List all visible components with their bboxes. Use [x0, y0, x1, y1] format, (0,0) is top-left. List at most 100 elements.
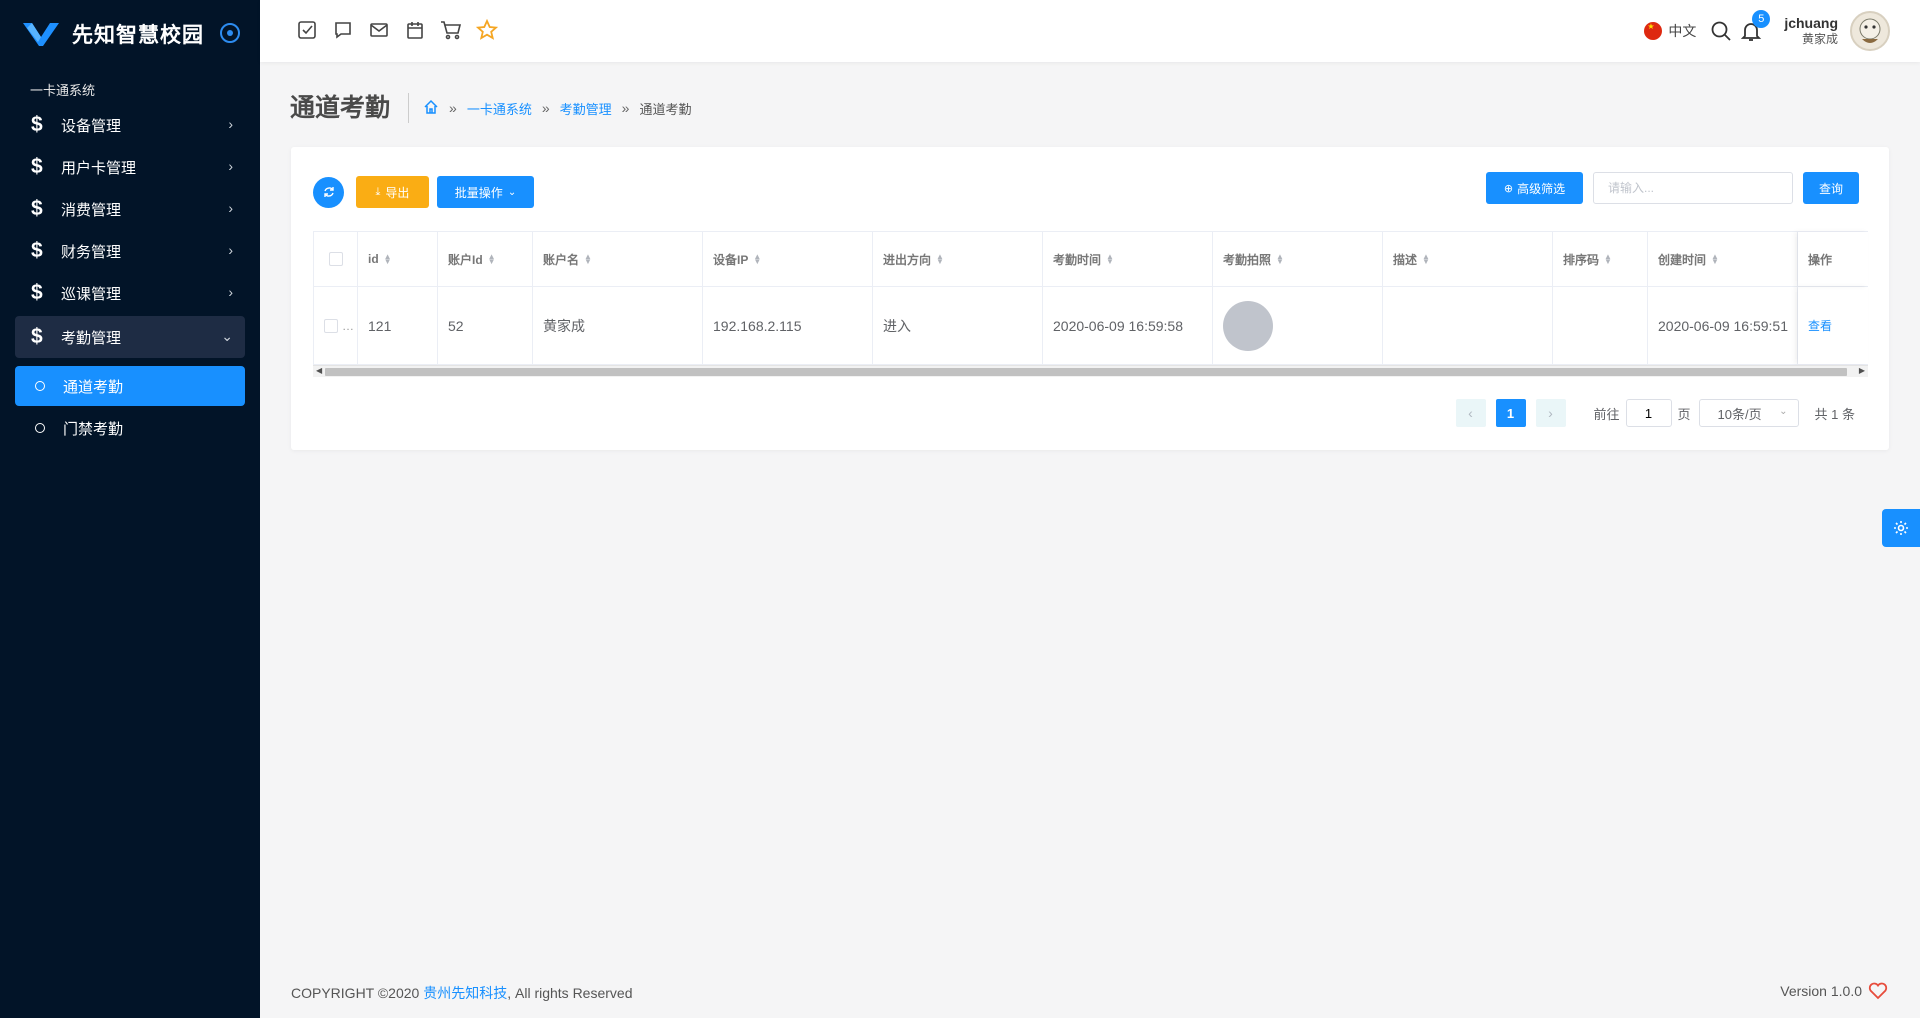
sort-icon[interactable]: ▲ ▼ — [1711, 253, 1719, 266]
row-checkbox[interactable] — [324, 318, 338, 333]
sidebar-section-label: 一卡通系统 — [30, 83, 96, 98]
language-switch[interactable]: 中文 — [1668, 21, 1696, 41]
query-button[interactable]: 查询 — [1803, 172, 1859, 204]
column-header[interactable]: 考勤时间 ▲ ▼ — [1043, 232, 1213, 286]
breadcrumb-item[interactable]: 一卡通系统 — [467, 99, 532, 118]
sort-icon[interactable]: ▲ ▼ — [488, 253, 496, 266]
refresh-button[interactable] — [313, 176, 344, 208]
cell-created: 2020-06-09 16:59:51 — [1648, 287, 1798, 364]
scroll-left-icon[interactable]: ◀ — [316, 366, 322, 375]
search-input[interactable] — [1593, 172, 1793, 204]
china-flag-icon[interactable] — [1644, 22, 1663, 40]
sort-icon[interactable]: ▲ ▼ — [936, 253, 944, 266]
sort-icon[interactable]: ▲ ▼ — [384, 253, 392, 266]
page-size-value: 10条/页 — [1717, 406, 1762, 422]
page-number[interactable]: 1 — [1495, 399, 1526, 427]
notifications[interactable]: 5 — [1740, 10, 1771, 42]
dollar-icon: $ — [31, 325, 43, 348]
settings-button[interactable] — [1882, 509, 1920, 547]
column-label: 操作 — [1808, 252, 1833, 267]
search-icon[interactable] — [1710, 20, 1732, 42]
sidebar-subitem-door-attendance[interactable]: 门禁考勤 — [15, 408, 245, 448]
cart-icon[interactable] — [440, 19, 462, 41]
chevron-down-icon: ⌄ — [221, 328, 233, 344]
cell-action: 查看 — [1798, 287, 1868, 364]
user-name: jchuang — [1784, 15, 1838, 31]
column-header[interactable]: 账户名 ▲ ▼ — [533, 232, 703, 286]
column-header[interactable]: id ▲ ▼ — [358, 232, 438, 286]
chevron-right-icon: › — [228, 242, 233, 258]
sort-icon[interactable]: ▲ ▼ — [584, 253, 592, 266]
circle-icon — [35, 423, 45, 433]
sidebar-item-patrol[interactable]: $ 巡课管理 › — [15, 272, 245, 314]
sort-icon[interactable]: ▲ ▼ — [1604, 253, 1612, 266]
column-header[interactable]: 创建时间 ▲ ▼ — [1648, 232, 1798, 286]
chat-icon[interactable] — [332, 19, 354, 41]
company-link[interactable]: 贵州先知科技 — [423, 985, 507, 1001]
table-row[interactable]: … 121 52 黄家成 192.168.2.115 进入 2020-06-09… — [313, 287, 1868, 365]
sidebar-subitem-label: 通道考勤 — [63, 378, 124, 396]
cell-device-ip: 192.168.2.115 — [703, 287, 873, 364]
toolbar-right: ⊕高级筛选 查询 — [1474, 172, 1859, 204]
cell-account-id: 52 — [438, 287, 533, 364]
sidebar-subitem-channel-attendance[interactable]: 通道考勤 — [15, 366, 245, 406]
scrollbar-thumb[interactable] — [325, 368, 1847, 376]
prev-page-button[interactable]: ‹ — [1455, 399, 1486, 427]
goto-label: 前往 — [1593, 406, 1620, 422]
breadcrumb: » 一卡通系统 » 考勤管理 » 通道考勤 — [423, 99, 691, 118]
view-link[interactable]: 查看 — [1808, 317, 1832, 334]
collapse-toggle-icon[interactable] — [220, 23, 240, 43]
column-header: 操作 — [1798, 232, 1868, 286]
sidebar: 先知智慧校园 一卡通系统 $ 设备管理 › $ 用户卡管理 › $ 消费管理 › $ 财务管理… — [0, 0, 260, 1018]
breadcrumb-separator: » — [541, 100, 550, 116]
horizontal-scrollbar[interactable]: ◀ ▶ — [313, 365, 1868, 377]
batch-operation-dropdown[interactable]: 批量操作 ⌄ — [437, 176, 534, 208]
column-label: id — [368, 252, 379, 266]
zoom-in-icon: ⊕ — [1503, 182, 1514, 195]
page-suffix: 页 — [1677, 406, 1691, 422]
user-info[interactable]: jchuang 黄家成 — [1784, 15, 1838, 47]
sidebar-item-consume[interactable]: $ 消费管理 › — [15, 188, 245, 230]
column-header[interactable]: 排序码 ▲ ▼ — [1553, 232, 1648, 286]
gear-icon — [1894, 521, 1908, 535]
star-icon[interactable] — [476, 19, 498, 41]
footer-copyright: COPYRIGHT ©2020 贵州先知科技, All rights Reser… — [291, 983, 633, 1003]
mail-icon[interactable] — [368, 19, 390, 41]
sidebar-item-device[interactable]: $ 设备管理 › — [15, 104, 245, 146]
sidebar-item-usercard[interactable]: $ 用户卡管理 › — [15, 146, 245, 188]
column-header[interactable]: 描述 ▲ ▼ — [1383, 232, 1553, 286]
sort-icon[interactable]: ▲ ▼ — [753, 253, 761, 266]
sort-icon[interactable]: ▲ ▼ — [1106, 253, 1114, 266]
column-header[interactable]: 设备IP ▲ ▼ — [703, 232, 873, 286]
sidebar-item-attendance[interactable]: $ 考勤管理 ⌄ — [15, 316, 245, 358]
column-header[interactable]: 进出方向 ▲ ▼ — [873, 232, 1043, 286]
attendance-photo[interactable] — [1223, 300, 1273, 351]
sort-icon[interactable]: ▲ ▼ — [1422, 253, 1430, 266]
home-icon[interactable] — [423, 99, 439, 118]
sidebar-item-finance[interactable]: $ 财务管理 › — [15, 230, 245, 272]
cell-direction: 进入 — [873, 287, 1043, 364]
page-size-select[interactable]: 10条/页 ⌄ — [1698, 399, 1799, 427]
breadcrumb-item[interactable]: 考勤管理 — [560, 99, 612, 118]
export-button[interactable]: ⤓ 导出 — [356, 176, 429, 208]
advanced-filter-button[interactable]: ⊕ 高级筛选 — [1486, 172, 1583, 204]
sort-icon[interactable]: ▲ ▼ — [1276, 253, 1284, 266]
calendar-icon[interactable] — [404, 19, 426, 41]
table-header-row: id ▲ ▼ 账户Id ▲ ▼ 账户名 ▲ ▼ 设备IP ▲ ▼ 进出方向 ▲ ▼ 考勤时间 ▲ ▼ 考… — [313, 232, 1868, 287]
version-text: Version 1.0.0 — [1780, 983, 1862, 999]
dollar-icon: $ — [31, 281, 43, 304]
scroll-right-icon[interactable]: ▶ — [1859, 366, 1865, 375]
dollar-icon: $ — [31, 155, 43, 178]
avatar[interactable] — [1850, 11, 1890, 51]
goto-page-input[interactable] — [1625, 399, 1672, 427]
checkbox-icon[interactable] — [296, 19, 318, 41]
refresh-icon — [323, 187, 334, 197]
brand-title: 先知智慧校园 — [72, 24, 204, 47]
next-page-button[interactable]: › — [1535, 399, 1566, 427]
select-all-checkbox[interactable] — [328, 252, 343, 266]
row-expand-ellipsis: … — [342, 318, 354, 333]
column-header[interactable]: 账户Id ▲ ▼ — [438, 232, 533, 286]
column-header[interactable]: 考勤拍照 ▲ ▼ — [1213, 232, 1383, 286]
cell-photo — [1213, 287, 1383, 364]
sidebar-item-label: 用户卡管理 — [61, 159, 137, 177]
